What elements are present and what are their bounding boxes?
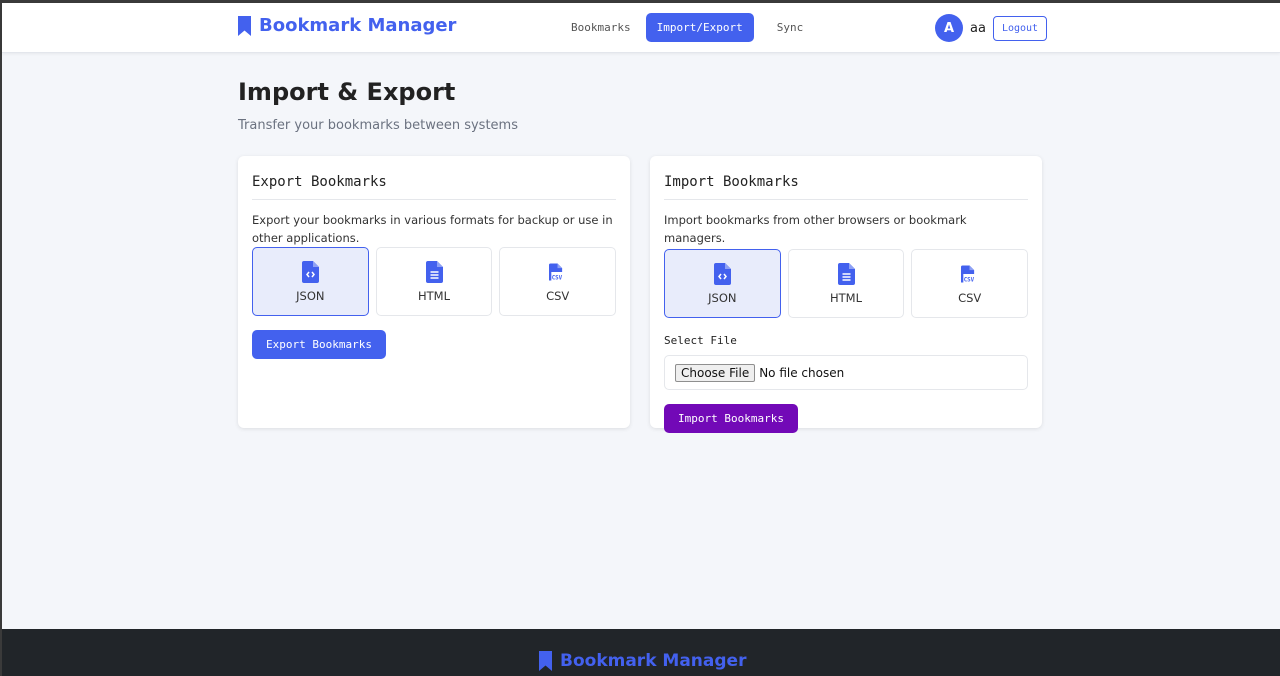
bookmark-icon — [238, 15, 251, 36]
user-menu: A aa Logout — [935, 14, 1048, 42]
file-csv-icon: CSV — [549, 263, 563, 281]
import-card: Import Bookmarks Import bookmarks from o… — [650, 156, 1042, 433]
brand-name: Bookmark Manager — [259, 15, 457, 36]
username: aa — [970, 20, 986, 36]
file-input[interactable]: Choose File No file chosen — [664, 355, 1028, 390]
file-code-icon — [301, 260, 319, 283]
format-label: CSV — [546, 288, 570, 303]
brand[interactable]: Bookmark Manager — [237, 15, 456, 36]
logout-button[interactable]: Logout — [992, 15, 1048, 41]
svg-text:CSV: CSV — [964, 277, 975, 283]
import-format-csv[interactable]: CSV CSV — [911, 249, 1029, 318]
file-text-icon — [425, 260, 443, 283]
avatar[interactable]: A — [935, 14, 963, 42]
format-label: CSV — [958, 290, 982, 305]
format-label: HTML — [418, 288, 451, 303]
import-format-html[interactable]: HTML — [787, 249, 905, 318]
footer: Bookmark Manager — [2, 629, 1280, 676]
import-format-options: JSON HTML CSV CSV — [664, 249, 1029, 318]
export-format-json[interactable]: JSON — [252, 247, 369, 316]
nav-link-import-export[interactable]: Import/Export — [645, 13, 754, 42]
file-csv-icon: CSV — [961, 265, 975, 283]
import-button[interactable]: Import Bookmarks — [664, 404, 798, 433]
nav-link-sync[interactable]: Sync — [766, 13, 815, 42]
choose-file-button[interactable]: Choose File — [675, 363, 756, 382]
file-status: No file chosen — [759, 365, 845, 380]
svg-text:CSV: CSV — [552, 275, 563, 281]
export-button[interactable]: Export Bookmarks — [252, 330, 386, 359]
bookmark-icon — [539, 651, 552, 671]
export-format-csv[interactable]: CSV CSV — [499, 247, 617, 316]
format-label: HTML — [830, 290, 863, 305]
file-code-icon — [713, 262, 731, 285]
export-card-title: Export Bookmarks — [252, 156, 616, 200]
import-description: Import bookmarks from other browsers or … — [664, 213, 967, 245]
page-subtitle: Transfer your bookmarks between systems — [238, 118, 518, 133]
navbar: Bookmark Manager Bookmarks Import/Export… — [2, 3, 1280, 53]
format-label: JSON — [296, 288, 325, 303]
export-format-options: JSON HTML CSV CSV — [252, 247, 617, 316]
nav-links: Bookmarks Import/Export Sync — [560, 13, 818, 42]
select-file-label: Select File — [664, 334, 737, 347]
page-title: Import & Export — [238, 78, 456, 106]
footer-brand-name: Bookmark Manager — [560, 651, 747, 671]
export-card: Export Bookmarks Export your bookmarks i… — [238, 156, 630, 428]
export-description: Export your bookmarks in various formats… — [252, 213, 613, 245]
file-text-icon — [837, 262, 855, 285]
format-label: JSON — [708, 290, 737, 305]
import-format-json[interactable]: JSON — [664, 249, 781, 318]
import-card-title: Import Bookmarks — [664, 156, 1028, 200]
export-format-html[interactable]: HTML — [375, 247, 493, 316]
nav-link-bookmarks[interactable]: Bookmarks — [560, 13, 642, 42]
footer-brand: Bookmark Manager — [538, 651, 746, 671]
